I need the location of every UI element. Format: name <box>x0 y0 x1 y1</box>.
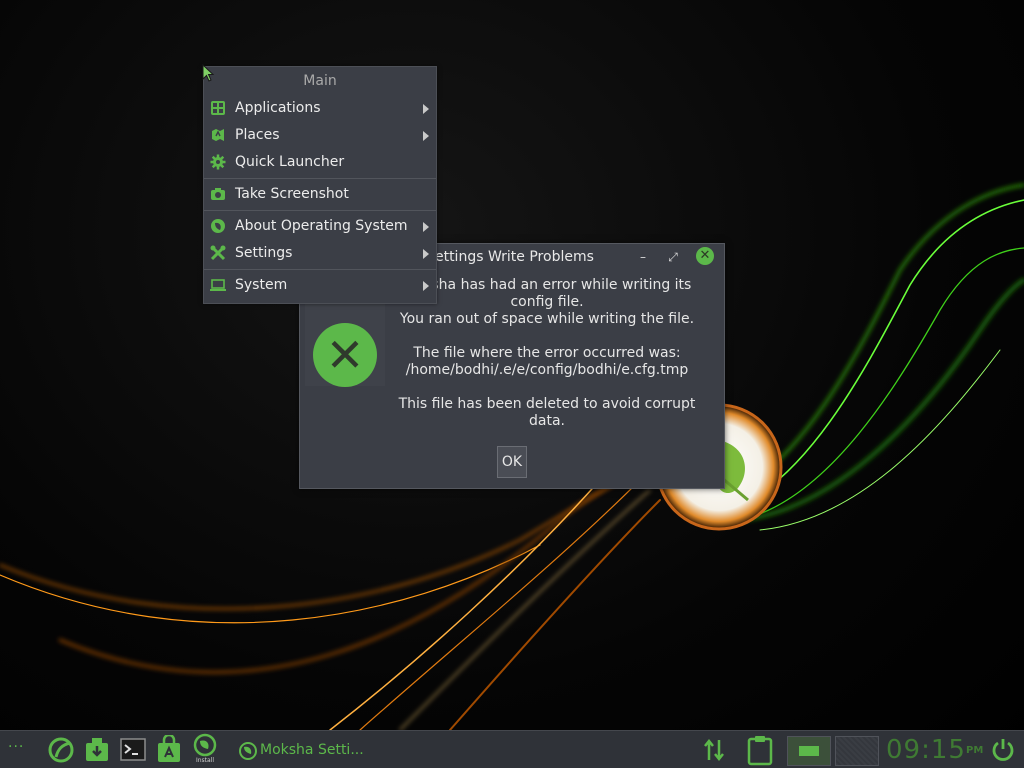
message-config-error: Moksha has had an error while writing it… <box>402 277 692 310</box>
menu-separator <box>204 178 436 179</box>
terminal-icon[interactable] <box>119 735 147 765</box>
menu-title: Main <box>303 73 337 89</box>
gear-icon <box>210 154 226 170</box>
desktop: Settings Write Problems – ⤢ ✕ ✕ Moksha h… <box>0 0 1024 768</box>
applications-icon <box>211 101 225 115</box>
moksha-task-icon <box>239 742 257 760</box>
menu-item-take-screenshot[interactable]: Take Screenshot <box>204 181 436 207</box>
ok-button[interactable]: OK <box>497 446 527 478</box>
submenu-arrow-icon <box>423 131 429 141</box>
main-menu: Main Applications Places Quick Launcher … <box>203 66 437 304</box>
menu-item-about-os[interactable]: About Operating System <box>204 213 436 239</box>
mouse-pointer-icon <box>202 64 215 82</box>
laptop-icon <box>210 279 226 291</box>
message-file-heading: The file where the error occurred was: <box>413 345 681 361</box>
taskbar-task-moksha-settings[interactable]: Moksha Setti... <box>260 731 364 768</box>
message-out-of-space: You ran out of space while writing the f… <box>399 311 695 327</box>
message-line: Moksha has had an error while writing it… <box>392 277 702 328</box>
start-icon[interactable] <box>46 735 76 765</box>
tools-icon <box>210 245 226 261</box>
menu-item-label: Quick Launcher <box>235 154 345 170</box>
menu-item-settings[interactable]: Settings <box>204 240 436 266</box>
menu-separator <box>204 269 436 270</box>
power-icon[interactable] <box>990 737 1016 763</box>
submenu-arrow-icon <box>423 104 429 114</box>
message-line: This file has been deleted to avoid corr… <box>392 396 702 430</box>
clock-time[interactable]: 09:15 <box>886 731 966 768</box>
close-button[interactable]: ✕ <box>696 247 714 265</box>
menu-item-label: Applications <box>235 100 321 116</box>
minimize-button[interactable]: – <box>633 247 653 267</box>
install-launcher[interactable]: Install <box>192 733 218 767</box>
network-transfer-icon[interactable] <box>703 738 725 762</box>
pager-desktop-1[interactable] <box>787 736 831 766</box>
taskbar: ··· Install Moksha Setti... 09:15 PM <box>0 730 1024 768</box>
menu-item-label: System <box>235 277 288 293</box>
clock-ampm: PM <box>966 745 984 756</box>
submenu-arrow-icon <box>423 281 429 291</box>
message-file-path: /home/bodhi/.e/e/config/bodhi/e.cfg.tmp <box>405 362 689 378</box>
menu-item-label: Take Screenshot <box>235 186 349 202</box>
message-deleted: This file has been deleted to avoid corr… <box>398 396 696 429</box>
menu-item-label: Places <box>235 127 280 143</box>
dialog-message: Moksha has had an error while writing it… <box>392 277 702 447</box>
menu-item-system[interactable]: System <box>204 272 436 298</box>
pager-window-thumbnail <box>799 746 819 756</box>
menu-item-quick-launcher[interactable]: Quick Launcher <box>204 149 436 175</box>
submenu-arrow-icon <box>423 222 429 232</box>
submenu-arrow-icon <box>423 249 429 259</box>
maximize-button[interactable]: ⤢ <box>663 247 683 267</box>
menu-item-label: About Operating System <box>235 218 408 234</box>
pager-desktop-2[interactable] <box>835 736 879 766</box>
places-icon <box>212 129 224 141</box>
bodhi-leaf-icon <box>211 219 225 233</box>
install-label: Install <box>195 757 215 764</box>
camera-icon <box>211 188 225 200</box>
menu-item-applications[interactable]: Applications <box>204 95 436 121</box>
error-x-icon: ✕ <box>313 323 377 387</box>
menu-item-label: Settings <box>235 245 293 261</box>
taskbar-dots[interactable]: ··· <box>8 739 24 768</box>
message-line: The file where the error occurred was: /… <box>392 345 702 379</box>
install-icon <box>193 733 217 757</box>
menu-item-places[interactable]: Places <box>204 122 436 148</box>
download-icon[interactable] <box>83 735 111 765</box>
clipboard-icon[interactable] <box>746 734 774 766</box>
menu-separator <box>204 210 436 211</box>
app-store-icon[interactable] <box>155 735 183 765</box>
